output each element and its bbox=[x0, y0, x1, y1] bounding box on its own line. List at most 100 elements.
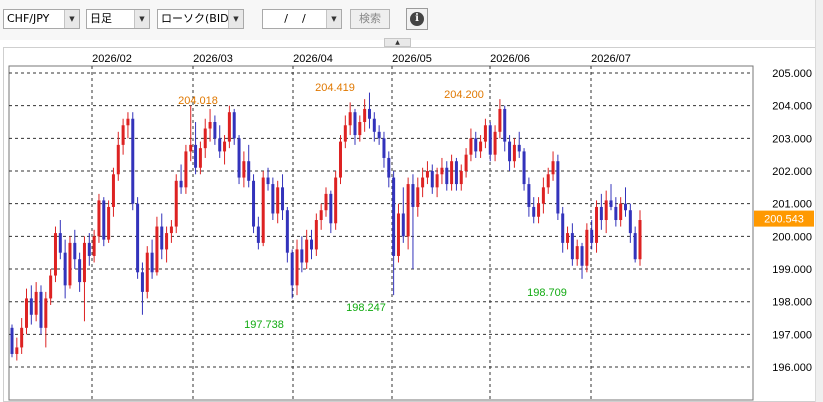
candle-body bbox=[160, 226, 164, 250]
candle-body bbox=[131, 118, 135, 204]
candle bbox=[102, 197, 106, 247]
candle bbox=[131, 112, 135, 211]
candle bbox=[252, 174, 256, 234]
candle-body bbox=[609, 200, 613, 207]
x-tick-label: 2026/07 bbox=[591, 53, 631, 65]
candle-body bbox=[29, 298, 33, 315]
candle-body bbox=[276, 187, 280, 214]
candle-body bbox=[334, 177, 338, 224]
candle-body bbox=[474, 138, 478, 152]
y-tick-label: 198.000 bbox=[772, 297, 812, 309]
candle-body bbox=[44, 298, 48, 328]
candle bbox=[145, 246, 149, 299]
candle-body bbox=[174, 180, 178, 227]
candle-body bbox=[223, 141, 227, 152]
candle-body bbox=[614, 206, 618, 221]
candle-body bbox=[184, 151, 188, 188]
candle bbox=[174, 174, 178, 234]
candle-body bbox=[633, 233, 637, 260]
y-tick-label: 203.000 bbox=[772, 133, 812, 145]
candle-body bbox=[638, 220, 642, 260]
candle-body bbox=[242, 161, 246, 178]
candle bbox=[136, 197, 140, 279]
candle bbox=[68, 236, 72, 289]
x-tick-label: 2026/05 bbox=[392, 53, 432, 65]
candle-body bbox=[445, 167, 449, 185]
candle-body bbox=[198, 148, 202, 168]
candle-body bbox=[440, 167, 444, 175]
candle-body bbox=[227, 112, 231, 142]
candle-body bbox=[53, 233, 57, 276]
candle-body bbox=[305, 239, 309, 263]
candle-body bbox=[20, 327, 24, 348]
candle-body bbox=[527, 184, 531, 207]
low-annotation: 197.738 bbox=[244, 319, 284, 331]
candle-body bbox=[63, 252, 67, 286]
candle-body bbox=[464, 154, 468, 172]
candle-body bbox=[483, 125, 487, 142]
candle-body bbox=[102, 200, 106, 240]
candle-body bbox=[319, 210, 323, 221]
candle-body bbox=[338, 141, 342, 178]
candle-body bbox=[155, 226, 159, 273]
candle-body bbox=[469, 138, 473, 155]
candle-body bbox=[493, 131, 497, 155]
candle-body bbox=[401, 213, 405, 237]
candle-body bbox=[503, 108, 507, 142]
y-tick-label: 196.000 bbox=[772, 362, 812, 374]
candle-body bbox=[479, 141, 483, 152]
candle-body bbox=[416, 187, 420, 207]
candle-body bbox=[92, 236, 96, 256]
x-axis-labels: 2026/02 2026/03 2026/04 2026/05 2026/06 2026/… bbox=[92, 53, 631, 65]
x-tick-label: 2026/04 bbox=[293, 53, 333, 65]
candle-body bbox=[604, 200, 608, 221]
candle-body bbox=[406, 184, 410, 237]
candle-body bbox=[624, 203, 628, 211]
y-tick-label: 199.000 bbox=[772, 264, 812, 276]
candle-body bbox=[358, 122, 362, 136]
candle-body bbox=[628, 210, 632, 234]
candle-body bbox=[237, 138, 241, 178]
candle-body bbox=[140, 272, 144, 292]
candle-body bbox=[314, 220, 318, 250]
candle-body bbox=[512, 144, 516, 162]
candle-body bbox=[450, 161, 454, 185]
x-tick-label: 2026/03 bbox=[193, 53, 233, 65]
y-tick-label: 204.000 bbox=[772, 101, 812, 113]
candle-body bbox=[532, 206, 536, 217]
candle-body bbox=[329, 193, 333, 224]
candle-body bbox=[252, 180, 256, 227]
candle-body bbox=[126, 118, 130, 126]
candle bbox=[556, 154, 560, 221]
candle bbox=[184, 144, 188, 194]
candle-body bbox=[266, 177, 270, 185]
candle-body bbox=[517, 144, 521, 152]
candle bbox=[97, 193, 101, 243]
candle-body bbox=[281, 187, 285, 211]
candle-body bbox=[411, 184, 415, 207]
candle-body bbox=[537, 203, 541, 217]
y-tick-label: 197.000 bbox=[772, 329, 812, 341]
candle-body bbox=[208, 122, 212, 129]
candle-body bbox=[295, 249, 299, 286]
candle-body bbox=[189, 144, 193, 152]
candle-body bbox=[324, 193, 328, 211]
candle-body bbox=[353, 112, 357, 136]
candle-body bbox=[58, 233, 62, 253]
candle-body bbox=[377, 131, 381, 139]
candle bbox=[39, 285, 43, 335]
candle-body bbox=[145, 252, 149, 292]
high-annotation: 204.200 bbox=[444, 89, 484, 101]
candle-body bbox=[551, 161, 555, 175]
candle-body bbox=[454, 161, 458, 185]
candle-body bbox=[580, 246, 584, 266]
candle-body bbox=[73, 242, 77, 260]
y-tick-label: 201.000 bbox=[772, 199, 812, 211]
candle-body bbox=[10, 327, 14, 354]
candle-body bbox=[34, 291, 38, 315]
candle-body bbox=[232, 112, 236, 139]
candle-body bbox=[97, 200, 101, 237]
candle-body bbox=[116, 144, 120, 175]
y-tick-label: 202.000 bbox=[772, 166, 812, 178]
candle-body bbox=[15, 347, 19, 354]
